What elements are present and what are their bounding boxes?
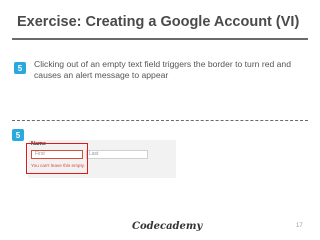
last-name-field[interactable]: Last bbox=[86, 150, 148, 159]
title-divider bbox=[12, 38, 308, 40]
dashed-divider bbox=[12, 120, 308, 121]
slide-title: Exercise: Creating a Google Account (VI) bbox=[17, 14, 300, 30]
step-instruction: Clicking out of an empty text field trig… bbox=[34, 59, 291, 80]
step-badge-screenshot: 5 bbox=[12, 129, 24, 141]
step-badge: 5 bbox=[14, 62, 26, 74]
page-number: 17 bbox=[296, 223, 303, 229]
codecademy-logo: Codecademy bbox=[132, 221, 203, 232]
highlight-box bbox=[26, 143, 88, 174]
